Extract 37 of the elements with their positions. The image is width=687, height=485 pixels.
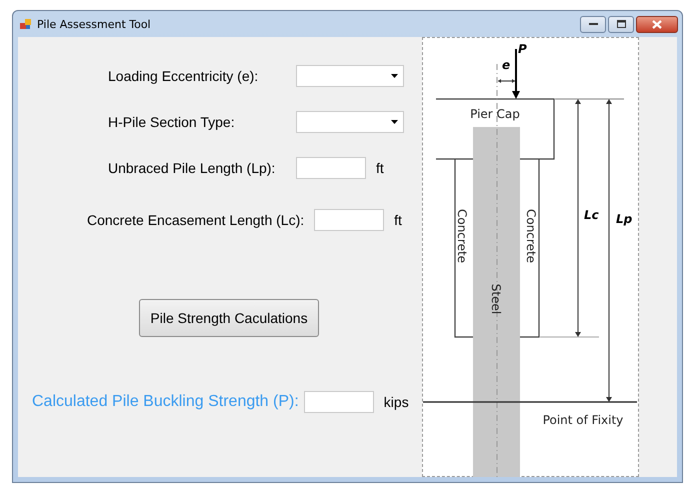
fixity-label: Point of Fixity (542, 413, 624, 427)
app-icon (20, 18, 32, 30)
steel-label: Steel (489, 284, 503, 314)
unit-label: ft (376, 160, 384, 176)
unit-label: kips (384, 394, 409, 410)
input-field[interactable] (296, 157, 366, 179)
field-label: Loading Eccentricity (e): (108, 68, 260, 84)
load-label: P (518, 42, 527, 56)
field-label: Unbraced Pile Length (Lp): (108, 160, 276, 176)
lc-label: Lc (584, 208, 599, 222)
extension-line (554, 98, 624, 100)
pier-cap-label: Pier Cap (470, 107, 520, 121)
concrete-label: Concrete (524, 208, 538, 264)
concrete-label: Concrete (455, 208, 469, 264)
calculate-button[interactable]: Pile Strength Caculations (139, 299, 319, 337)
unit-label: ft (394, 212, 402, 228)
result-label: Calculated Pile Buckling Strength (P): (32, 393, 299, 411)
lp-label: Lp (616, 212, 632, 226)
extension-line (540, 336, 600, 338)
load-arrow (512, 49, 520, 99)
restore-icon (616, 20, 626, 28)
dropdown[interactable] (296, 65, 404, 87)
dropdown[interactable] (296, 111, 404, 133)
close-button[interactable] (636, 16, 678, 32)
minimize-icon (588, 22, 598, 26)
dimension-arrow (498, 79, 516, 83)
caret-icon (391, 120, 398, 124)
minimize-button[interactable] (580, 16, 606, 32)
field-label: H-Pile Section Type: (108, 114, 236, 130)
restore-button[interactable] (608, 16, 634, 32)
eccentricity-label: e (502, 58, 510, 72)
result-field[interactable] (304, 391, 374, 413)
input-field[interactable] (314, 209, 384, 231)
close-icon (652, 20, 662, 28)
window-title: Pile Assessment Tool (37, 18, 151, 30)
field-label: Concrete Encasement Length (Lc): (87, 212, 304, 228)
caret-icon (391, 74, 398, 78)
